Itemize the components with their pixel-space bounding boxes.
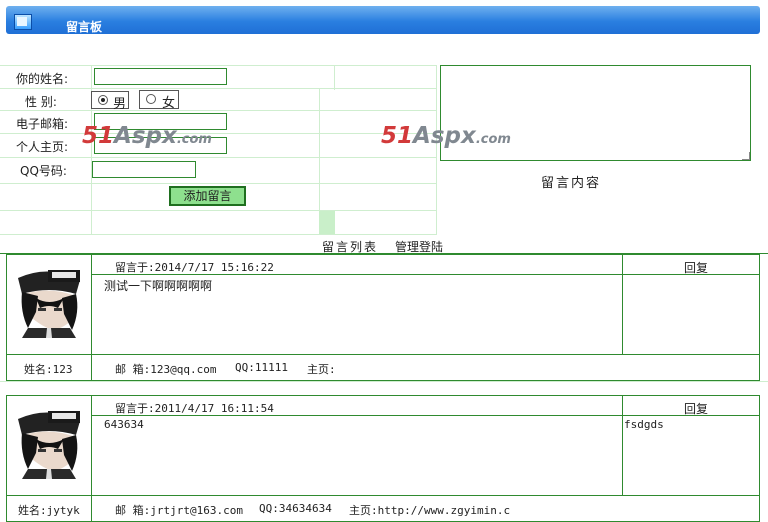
watermark-logo: 51Aspx.com <box>82 123 212 149</box>
radio-unchecked-icon[interactable] <box>146 94 156 104</box>
resize-handle-icon[interactable] <box>742 152 750 160</box>
add-message-button[interactable]: 添加留言 <box>169 186 246 206</box>
author-homepage: 主页:http://www.zgyimin.c <box>349 504 511 517</box>
page-title: 留言板 <box>66 20 103 34</box>
author-name: 姓名:jytyk <box>18 504 80 517</box>
title-bar: 留言板 <box>6 6 760 34</box>
message-timestamp: 留言于:2014/7/17 15:16:22 <box>115 261 274 274</box>
gender-female-label: 女 <box>162 96 176 111</box>
author-email: 邮 箱:jrtjrt@163.com <box>115 504 243 517</box>
reply-content: fsdgds <box>624 418 664 431</box>
content-label: 留言内容 <box>541 176 602 191</box>
avatar <box>14 268 84 338</box>
qq-input[interactable] <box>92 161 196 178</box>
qq-label: QQ号码: <box>20 164 67 178</box>
name-input[interactable] <box>94 68 227 85</box>
homepage-label: 个人主页: <box>16 140 69 154</box>
message-timestamp: 留言于:2011/4/17 16:11:54 <box>115 402 274 415</box>
divider <box>0 381 768 382</box>
author-qq: QQ:11111 <box>235 361 288 374</box>
gender-label: 性 别: <box>25 95 57 109</box>
radio-checked-icon[interactable] <box>98 95 108 105</box>
author-qq: QQ:34634634 <box>259 502 332 515</box>
gender-male-option[interactable]: 男 <box>91 91 129 112</box>
author-homepage: 主页: <box>307 363 336 376</box>
avatar <box>14 409 84 479</box>
reply-link[interactable]: 回复 <box>684 259 708 276</box>
monitor-icon <box>14 14 32 30</box>
message-content: 643634 <box>104 418 144 431</box>
author-name: 姓名:123 <box>24 363 73 376</box>
email-label: 电子邮箱: <box>16 117 69 131</box>
watermark-logo: 51Aspx.com <box>381 123 511 149</box>
name-label: 你的姓名: <box>16 72 69 86</box>
message-content: 测试一下啊啊啊啊啊 <box>104 279 213 293</box>
gender-female-option[interactable]: 女 <box>139 90 179 111</box>
author-email: 邮 箱:123@qq.com <box>115 363 217 376</box>
reply-link[interactable]: 回复 <box>684 400 708 417</box>
gender-male-label: 男 <box>113 97 127 112</box>
